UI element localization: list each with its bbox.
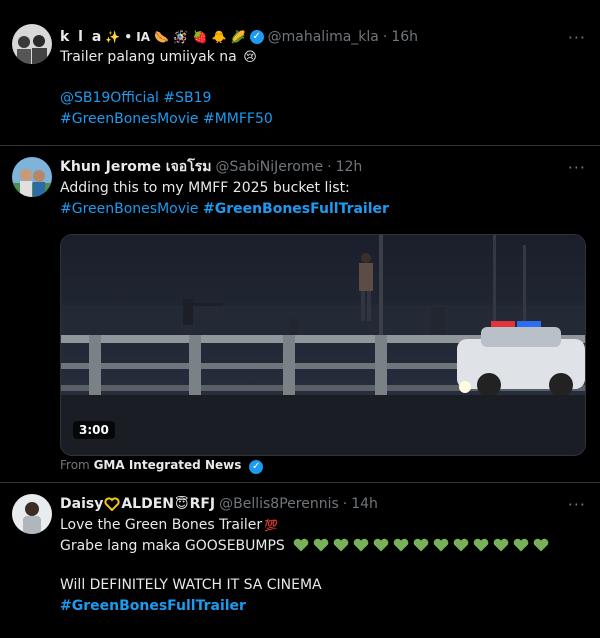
separator-dot: · <box>382 29 388 45</box>
handle[interactable]: @SabiNiJerome <box>215 159 323 175</box>
green-heart-icon <box>473 538 489 552</box>
separator-dot: · <box>327 159 332 175</box>
more-options-icon[interactable]: ··· <box>568 495 586 514</box>
avatar-image <box>12 157 52 197</box>
video-player[interactable]: 3:00 <box>60 234 586 456</box>
hashtags-line[interactable]: #GreenBonesMovie #MMFF50 <box>60 111 273 127</box>
green-heart-icon <box>373 538 389 552</box>
more-options-icon[interactable]: ··· <box>568 28 586 47</box>
avatar-image <box>12 494 52 534</box>
tweet-text-line3: Will DEFINITELY WATCH IT SA CINEMA <box>60 577 322 593</box>
green-heart-icon <box>353 538 369 552</box>
display-name-part3[interactable]: RFJ <box>190 496 216 512</box>
timestamp[interactable]: 14h <box>351 496 378 512</box>
source-name[interactable]: GMA Integrated News <box>94 458 242 472</box>
yellow-heart-hands-icon <box>104 497 120 511</box>
display-name-part2[interactable]: ALDEN <box>121 496 174 512</box>
green-heart-icon <box>493 538 509 552</box>
tweet-text-line1: Love the Green Bones Trailer <box>60 517 263 533</box>
green-heart-icon <box>413 538 429 552</box>
hashtag-green-bones-movie[interactable]: #GreenBonesMovie <box>60 201 199 217</box>
timestamp[interactable]: 16h <box>391 29 418 45</box>
tweet-text: Adding this to my MMFF 2025 bucket list: <box>60 180 350 196</box>
from-label: From <box>60 458 90 472</box>
display-name[interactable]: k l a <box>60 29 103 45</box>
display-name[interactable]: Khun Jerome เจอโรม <box>60 156 211 178</box>
handle[interactable]: @mahalima_kla <box>268 29 379 45</box>
timestamp[interactable]: 12h <box>336 159 363 175</box>
separator-dot: · <box>342 496 348 512</box>
green-heart-icon <box>453 538 469 552</box>
hashtag-green-bones-full-trailer[interactable]: #GreenBonesFullTrailer <box>203 201 389 217</box>
green-hearts-row <box>293 538 553 554</box>
avatar[interactable] <box>12 494 52 534</box>
halo-face-emoji: 😇 <box>175 496 189 512</box>
verified-icon: ✓ <box>249 460 264 474</box>
green-heart-icon <box>293 538 309 552</box>
avatar-image <box>12 24 52 64</box>
verified-icon: ✓ <box>249 30 264 44</box>
green-heart-icon <box>533 538 549 552</box>
green-heart-icon <box>333 538 349 552</box>
avatar[interactable] <box>12 24 52 64</box>
avatar[interactable] <box>12 157 52 197</box>
tweet-text: Trailer palang umiiyak na <box>60 49 237 65</box>
green-heart-icon <box>433 538 449 552</box>
green-heart-icon <box>313 538 329 552</box>
display-name-part1[interactable]: Daisy <box>60 496 103 512</box>
divider <box>0 482 600 483</box>
divider <box>0 145 600 146</box>
hundred-points-emoji: 💯 <box>264 519 278 532</box>
green-heart-icon <box>393 538 409 552</box>
tweet-text-line2: Grabe lang maka GOOSEBUMPS <box>60 538 285 554</box>
video-duration: 3:00 <box>73 421 115 439</box>
name-emojis: ✨ • IA 🌭 🪅 🍓 🐥 🌽 <box>105 30 246 44</box>
handle[interactable]: @Bellis8Perennis <box>219 496 339 512</box>
mentions-line[interactable]: @SB19Official #SB19 <box>60 90 211 106</box>
attribution[interactable]: From GMA Integrated News ✓ <box>60 458 264 474</box>
video-thumbnail <box>61 235 585 455</box>
hashtag-green-bones-full-trailer[interactable]: #GreenBonesFullTrailer <box>60 598 246 614</box>
crying-face-emoji: 😢 <box>243 50 257 65</box>
more-options-icon[interactable]: ··· <box>568 158 586 177</box>
green-heart-icon <box>513 538 529 552</box>
